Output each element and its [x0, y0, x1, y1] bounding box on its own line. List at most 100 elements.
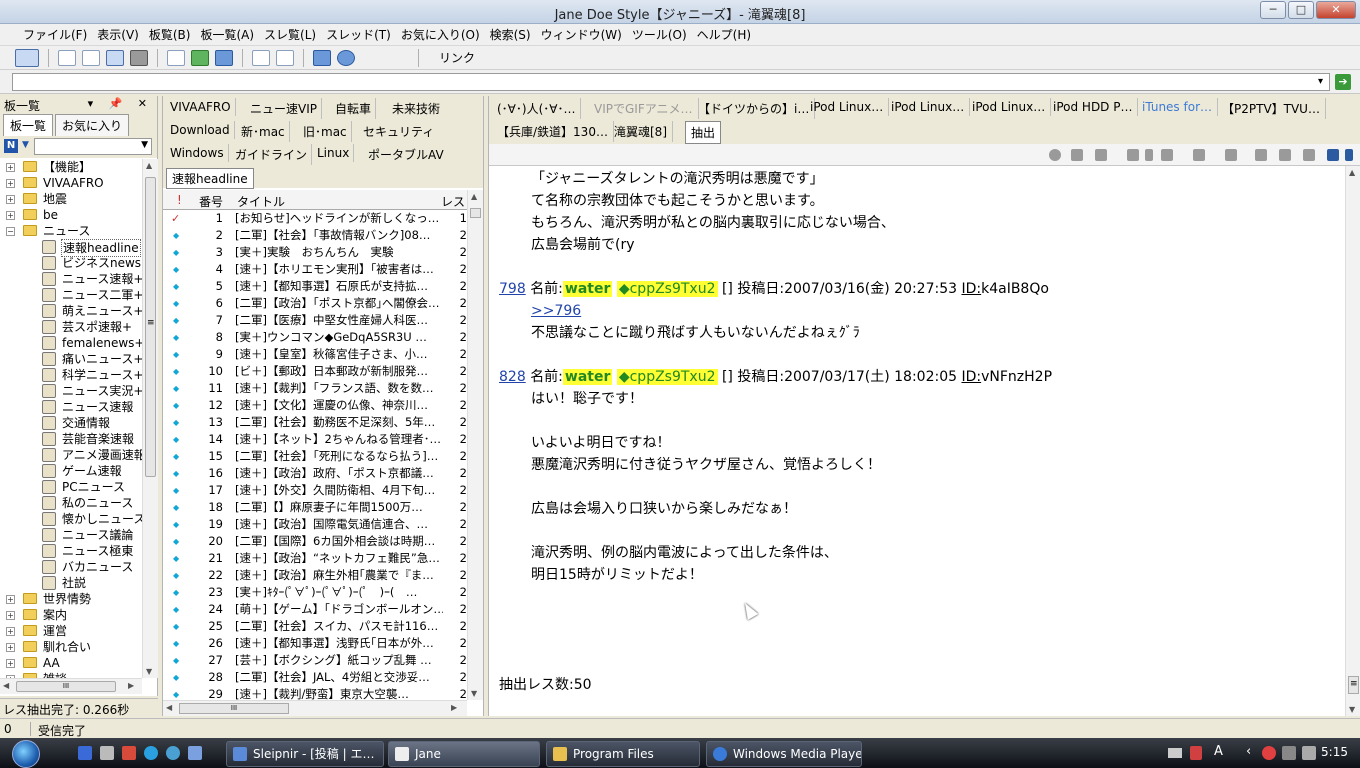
menu-search[interactable]: 検索(S): [485, 26, 536, 43]
tree-folder[interactable]: + 世界情勢: [0, 591, 142, 607]
tree-board[interactable]: アニメ漫画速報: [0, 447, 142, 463]
table-row[interactable]: ◆ 8 [実＋]ウンコマン◆GeDqA5SR3U … 2: [163, 329, 473, 346]
menu-help[interactable]: ヘルプ(H): [692, 26, 756, 43]
tab-thread[interactable]: iPod HDD P…: [1048, 98, 1139, 116]
scroll-down-icon[interactable]: ▼: [471, 689, 477, 698]
table-row[interactable]: ◆ 24 [萌＋]【ゲーム】｢ドラゴンボールオン… 2: [163, 601, 473, 618]
address-input[interactable]: ▾: [12, 73, 1330, 91]
quicklaunch-icon[interactable]: [122, 746, 136, 760]
go-arrow-icon[interactable]: ➔: [1335, 74, 1351, 90]
tree-folder[interactable]: + be: [0, 207, 142, 223]
scroll-up-icon[interactable]: ▲: [1349, 168, 1355, 177]
scroll-thumb[interactable]: ≡: [1348, 676, 1359, 694]
keyboard-icon[interactable]: [1168, 748, 1182, 758]
menu-file[interactable]: ファイル(F): [18, 26, 92, 43]
taskbar-item-wmp[interactable]: Windows Media Player: [706, 741, 862, 767]
chevron-left-icon[interactable]: ‹: [1246, 744, 1251, 759]
network-icon[interactable]: [1282, 746, 1296, 760]
scroll-left-icon[interactable]: ◀: [166, 703, 172, 712]
write-icon[interactable]: [167, 49, 185, 66]
chevron-down-icon[interactable]: ▾: [1318, 76, 1323, 87]
menu-window[interactable]: ウィンドウ(W): [536, 26, 627, 43]
scroll-right-icon[interactable]: ▶: [128, 681, 134, 690]
tab-thread[interactable]: 【兵庫/鉄道】130…: [492, 121, 614, 142]
tab-thread[interactable]: iTunes for…: [1137, 98, 1219, 116]
scroll-down-icon[interactable]: ▼: [146, 667, 152, 676]
table-row[interactable]: ◆ 10 [ビ＋]【郵政】日本郵政が新制服発… 2: [163, 363, 473, 380]
close-tab-icon[interactable]: [1327, 149, 1339, 161]
tab-board-list[interactable]: 板一覧: [3, 114, 54, 136]
tree-folder[interactable]: + 馴れ合い: [0, 639, 142, 655]
table-row[interactable]: ◆ 3 [実＋]実験 おちんちん 実験 2: [163, 244, 473, 261]
tab-thread[interactable]: VIPでGIFアニメ…: [589, 98, 699, 119]
pane-controls[interactable]: ▾ 📌 ✕: [88, 97, 153, 110]
tree-board[interactable]: 交通情報: [0, 415, 142, 431]
maximize-button[interactable]: □: [1288, 1, 1314, 19]
expand-toggle-icon[interactable]: +: [6, 163, 15, 172]
expand-toggle-icon[interactable]: +: [6, 211, 15, 220]
layout-1-icon[interactable]: [58, 49, 76, 66]
chevron-down-icon[interactable]: [1345, 149, 1353, 161]
help-icon[interactable]: [337, 49, 355, 66]
tab-thread[interactable]: iPod Linux…: [967, 98, 1052, 116]
clock-icon[interactable]: [1049, 149, 1061, 161]
hscroll-thumb[interactable]: III: [16, 681, 116, 692]
board-button[interactable]: ポータブルAV: [364, 144, 448, 165]
table-row[interactable]: ◆ 27 [芸＋]【ボクシング】紙コップ乱舞 … 2: [163, 652, 473, 669]
scroll-left-icon[interactable]: ◀: [3, 681, 9, 690]
bookmark-icon[interactable]: [1095, 149, 1107, 161]
expand-toggle-icon[interactable]: +: [6, 611, 15, 620]
close-button[interactable]: ✕: [1316, 1, 1356, 19]
menu-thread-list[interactable]: スレ覧(L): [259, 26, 321, 43]
table-row[interactable]: ◆ 7 [二軍]【医療】中堅女性産婦人科医… 2: [163, 312, 473, 329]
trash-icon[interactable]: [1303, 149, 1315, 161]
expand-toggle-icon[interactable]: +: [6, 659, 15, 668]
skype-icon[interactable]: [144, 746, 158, 760]
scroll-down-icon[interactable]: ▼: [1349, 705, 1355, 714]
refresh-icon[interactable]: [191, 49, 209, 66]
pen-icon[interactable]: [1193, 149, 1205, 161]
menu-board[interactable]: 板覧(B): [144, 26, 196, 43]
tree-board[interactable]: PCニュース: [0, 479, 142, 495]
post-number-link[interactable]: 798: [499, 281, 526, 297]
column-title[interactable]: タイトル: [237, 193, 285, 210]
expand-toggle-icon[interactable]: +: [6, 627, 15, 636]
tree-board[interactable]: ニュース極東: [0, 543, 142, 559]
table-row[interactable]: ◆ 29 [速＋]【裁判/野蛮】東京大空襲… 2: [163, 686, 473, 700]
tree-folder[interactable]: + 地震: [0, 191, 142, 207]
table-row[interactable]: ◆ 9 [速＋]【皇室】秋篠宮佳子さま、小… 2: [163, 346, 473, 363]
tree-folder[interactable]: − ニュース: [0, 223, 142, 239]
board-button[interactable]: VIVAAFRO: [166, 98, 236, 116]
settings-icon[interactable]: [313, 49, 331, 66]
tree-folder[interactable]: + 【機能】: [0, 159, 142, 175]
board-button[interactable]: セキュリティ: [359, 121, 438, 142]
offline-toggle-icon[interactable]: [15, 48, 39, 67]
board-button[interactable]: 未来技術: [388, 98, 444, 119]
tree-board[interactable]: ニュース実況+: [0, 383, 142, 399]
board-button[interactable]: 自転車: [331, 98, 377, 119]
tree-board[interactable]: 痛いニュース+: [0, 351, 142, 367]
scroll-up-icon[interactable]: ▲: [146, 161, 152, 170]
thread-list-hscrollbar[interactable]: ◀ III ▶: [163, 700, 467, 716]
table-row[interactable]: ◆ 18 [二軍]【】麻原妻子に年間1500万… 2: [163, 499, 473, 516]
tree-board[interactable]: 萌えニュース+: [0, 303, 142, 319]
star-icon[interactable]: [1279, 149, 1291, 161]
table-row[interactable]: ◆ 11 [速＋]【裁判】｢フランス語、数を数… 2: [163, 380, 473, 397]
page-icon[interactable]: [1255, 149, 1267, 161]
menu-favorites[interactable]: お気に入り(O): [396, 26, 485, 43]
table-row[interactable]: ◆ 16 [速＋]【政治】政府、｢ポスト京都議… 2: [163, 465, 473, 482]
tree-board[interactable]: ニュース速報+: [0, 271, 142, 287]
scroll-right-icon[interactable]: ▶: [451, 703, 457, 712]
board-button[interactable]: Linux: [313, 144, 355, 162]
volume-icon[interactable]: [1302, 746, 1316, 760]
tree-board[interactable]: ビジネスnews+: [0, 255, 142, 271]
scroll-up-icon[interactable]: ▲: [471, 192, 477, 201]
column-number[interactable]: 番号: [199, 193, 223, 210]
expand-toggle-icon[interactable]: +: [6, 195, 15, 204]
menu-board-list[interactable]: 板一覧(A): [195, 26, 259, 43]
table-row[interactable]: ◆ 20 [二軍]【国際】6カ国外相会談は時期… 2: [163, 533, 473, 550]
table-row[interactable]: ◆ 17 [速＋]【外交】久間防衛相、4月下旬… 2: [163, 482, 473, 499]
layout-4-icon[interactable]: [130, 49, 148, 66]
taskbar-item-sleipnir[interactable]: Sleipnir - [投稿 | エ…: [226, 741, 384, 767]
table-row[interactable]: ◆ 22 [速＋]【政治】麻生外相｢農業で『ま… 2: [163, 567, 473, 584]
